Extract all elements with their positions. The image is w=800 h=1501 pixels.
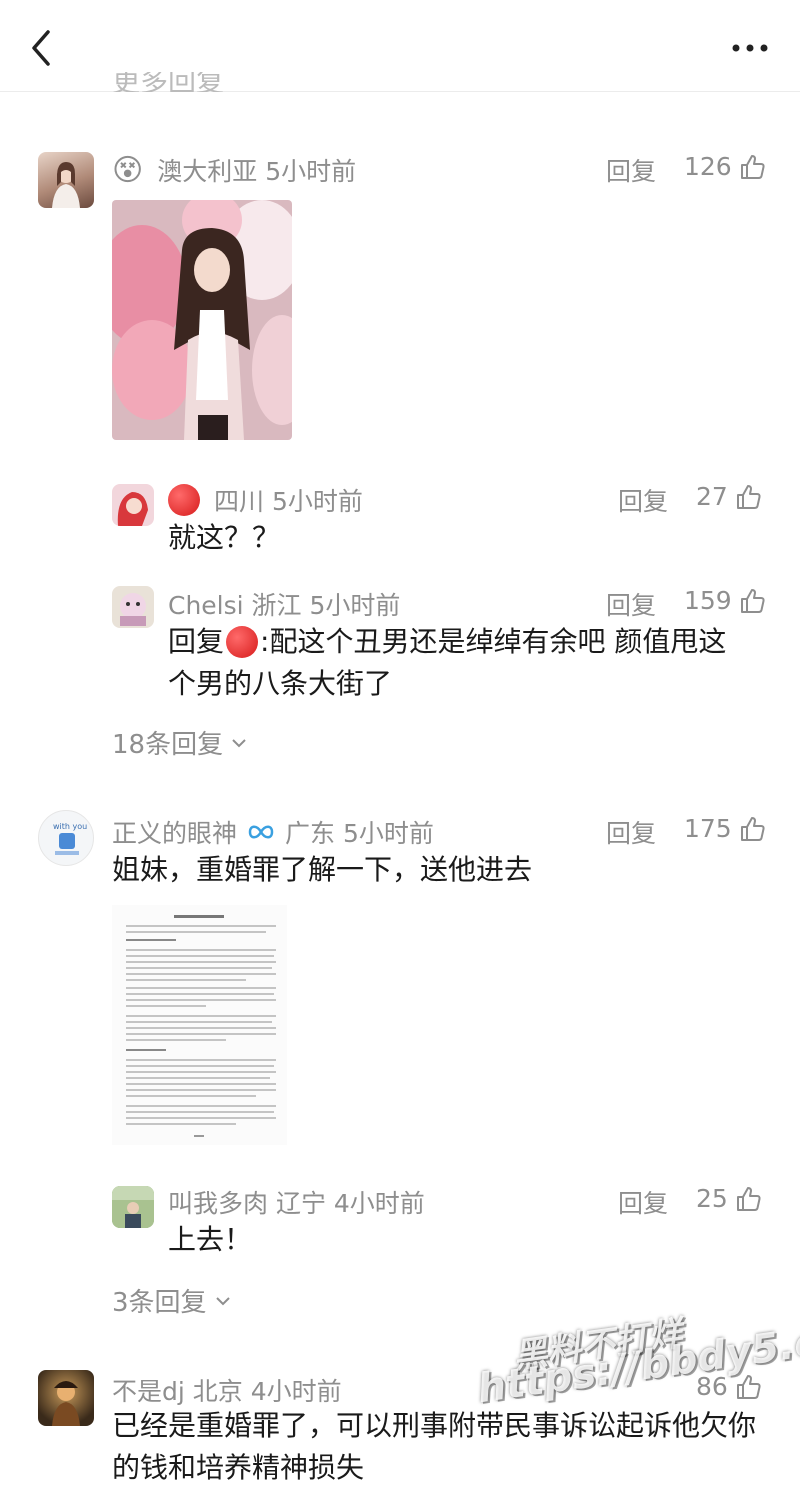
red-circle-emoji xyxy=(226,626,259,658)
like-count: 159 xyxy=(684,586,732,615)
comment-meta: 不是dj 北京 4小时前 xyxy=(112,1377,342,1406)
reply-text: 上去！ xyxy=(168,1223,253,1256)
reply-button[interactable]: 回复 xyxy=(606,152,656,188)
top-bar: 更多回复 xyxy=(0,0,800,92)
comment-text: 姐妹，重婚罪了解一下，送他进去 xyxy=(112,853,533,886)
svg-text:with you: with you xyxy=(53,822,87,831)
thumbs-up-icon xyxy=(740,816,765,841)
comment-meta-text: 澳大利亚 5小时前 xyxy=(157,157,357,186)
thumbs-up-icon xyxy=(740,588,765,613)
red-circle-emoji xyxy=(168,484,200,516)
verified-infinity-icon xyxy=(248,825,274,839)
thumbs-up-icon xyxy=(736,1186,761,1211)
chevron-down-icon xyxy=(232,738,246,747)
more-dots-icon xyxy=(732,44,768,52)
expand-replies-button[interactable]: 18条回复 xyxy=(112,724,249,761)
like-count: 126 xyxy=(684,152,732,181)
comment-photo[interactable] xyxy=(112,200,292,440)
comment-meta: 😵 澳大利亚 5小时前 xyxy=(112,152,356,188)
chevron-left-icon xyxy=(32,30,50,66)
expand-replies-button[interactable]: 3条回复 xyxy=(112,1282,233,1319)
like-count: 175 xyxy=(684,814,732,843)
thumbs-up-icon xyxy=(736,484,761,509)
reply-text: 就这？？ xyxy=(168,521,281,554)
previous-comment-fragment: 更多回复 xyxy=(112,72,225,92)
reply-meta: 叫我多肉 辽宁 4小时前 xyxy=(168,1189,425,1218)
comment-text: 已经是重婚罪了，可以刑事附带民事诉讼起诉他欠你 xyxy=(112,1409,757,1442)
avatar[interactable] xyxy=(112,1186,154,1228)
reply-meta: Chelsi 浙江 5小时前 xyxy=(168,591,401,620)
comment-meta: 正义的眼神 广东 5小时前 xyxy=(112,814,434,850)
avatar[interactable] xyxy=(112,586,154,628)
like-button[interactable]: 25 xyxy=(696,1184,762,1213)
reply-text: 回复 :配这个丑男还是绰绰有余吧 颜值甩这 xyxy=(168,620,768,664)
reply-button[interactable]: 回复 xyxy=(618,482,668,518)
avatar[interactable]: with you xyxy=(38,810,94,866)
like-count: 27 xyxy=(696,482,728,511)
expand-replies-label: 3条回复 xyxy=(112,1288,207,1318)
avatar[interactable] xyxy=(112,484,154,526)
document-image[interactable] xyxy=(112,905,287,1145)
thumbs-up-icon xyxy=(740,154,765,179)
reply-text-line2: 个男的八条大街了 xyxy=(168,667,393,700)
comment-text-line2: 的钱和培养精神损失 xyxy=(112,1451,365,1484)
reply-button[interactable]: 回复 xyxy=(606,814,656,850)
thumbs-up-icon xyxy=(736,1374,761,1399)
like-button[interactable]: 175 xyxy=(684,814,766,843)
avatar[interactable] xyxy=(38,152,94,208)
like-button[interactable]: 159 xyxy=(684,586,766,615)
reply-body: :配这个丑男还是绰绰有余吧 颜值甩这 xyxy=(260,625,727,658)
avatar[interactable] xyxy=(38,1370,94,1426)
reply-meta-text: 四川 5小时前 xyxy=(214,487,363,516)
more-button[interactable] xyxy=(730,30,770,66)
like-count: 25 xyxy=(696,1184,728,1213)
chevron-down-icon xyxy=(215,1296,230,1305)
user-emoji-avatar: 😵 xyxy=(112,152,144,188)
expand-replies-label: 18条回复 xyxy=(112,730,224,760)
reply-button[interactable]: 回复 xyxy=(606,586,656,622)
like-button[interactable]: 126 xyxy=(684,152,766,181)
comment-meta-text: 广东 5小时前 xyxy=(285,819,434,848)
reply-button[interactable]: 回复 xyxy=(618,1184,668,1220)
reply-meta: 四川 5小时前 xyxy=(168,482,363,518)
like-button[interactable]: 27 xyxy=(696,482,762,511)
reply-prefix: 回复 xyxy=(168,625,225,658)
back-button[interactable] xyxy=(22,26,62,70)
user-name: 正义的眼神 xyxy=(112,819,238,848)
